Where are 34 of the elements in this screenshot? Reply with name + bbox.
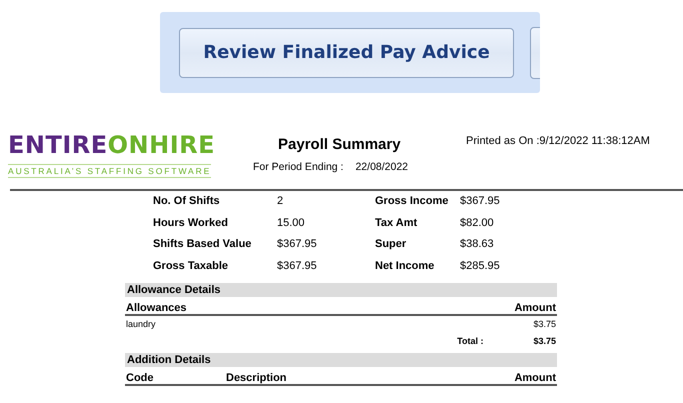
section-heading: Allowance Details xyxy=(125,283,557,297)
report-title: Payroll Summary xyxy=(278,136,402,153)
summary-value: $285.95 xyxy=(460,260,501,274)
summary-value: $38.63 xyxy=(460,238,495,252)
summary-label: Gross Income xyxy=(375,195,450,209)
summary-value: $367.95 xyxy=(277,238,318,252)
column-header: Allowances xyxy=(126,302,187,314)
period-value: 22/08/2022 xyxy=(355,161,408,173)
total-value: $3.75 xyxy=(533,336,556,346)
summary-label: Gross Taxable xyxy=(153,260,229,274)
summary-label: Net Income xyxy=(375,260,436,274)
summary-value: $82.00 xyxy=(460,216,495,230)
summary-label: Tax Amt xyxy=(375,216,418,230)
logo-tagline: AUSTRALIA’S STAFFING SOFTWARE xyxy=(8,164,212,178)
column-header: Code xyxy=(126,372,154,384)
section-heading: Addition Details xyxy=(125,353,557,367)
summary-label: Shifts Based Value xyxy=(153,238,252,252)
summary-label: No. Of Shifts xyxy=(153,195,221,209)
table-cell: $3.75 xyxy=(533,319,556,329)
logo-wordmark: ENTIREONHIRE xyxy=(8,130,216,160)
period-label: For Period Ending : xyxy=(253,161,344,173)
printed-timestamp: Printed as On :9/12/2022 11:38:12AM xyxy=(466,135,650,149)
table-cell: laundry xyxy=(126,319,156,329)
column-header: Description xyxy=(226,372,288,384)
column-header: Amount xyxy=(514,372,556,384)
total-label: Total : xyxy=(457,336,484,346)
summary-value: $367.95 xyxy=(277,260,318,274)
toolbar-button[interactable]: Review Finalized Pay Advice xyxy=(179,28,514,78)
summary-label: Hours Worked xyxy=(153,216,229,230)
summary-value: 15.00 xyxy=(277,216,306,230)
column-header: Amount xyxy=(514,302,556,314)
summary-value: $367.95 xyxy=(460,195,501,209)
summary-label: Super xyxy=(375,238,408,252)
summary-value: 2 xyxy=(277,195,284,209)
